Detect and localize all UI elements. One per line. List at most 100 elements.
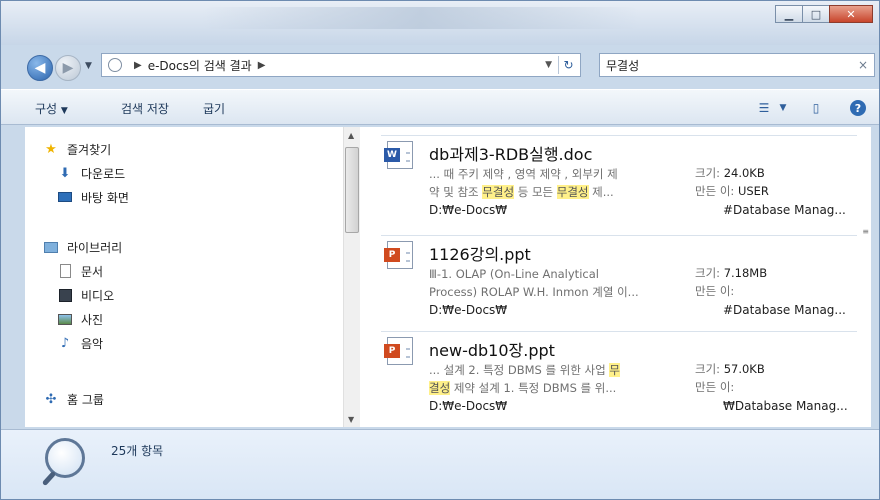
search-icon-handle xyxy=(41,470,57,487)
size-value: 24.0KB xyxy=(723,166,765,180)
address-bar[interactable]: ▶ e-Docs의 검색 결과 ▶ ▼ ↻ xyxy=(101,53,581,77)
search-result-item[interactable]: W db과제3-RDB실행.doc ... 때 주키 제약 , 영역 제약 , … xyxy=(381,139,857,233)
view-icon: ☰ xyxy=(758,101,770,115)
result-title[interactable]: new-db10장.ppt xyxy=(429,337,555,361)
result-snippet: ... 때 주키 제약 , 영역 제약 , 외부키 제 약 및 참조 무결성 등… xyxy=(429,165,685,201)
organize-menu[interactable]: 구성 ▼ xyxy=(35,100,68,117)
documents-icon xyxy=(57,263,73,279)
result-size: 크기: 24.0KB xyxy=(695,165,765,181)
back-arrow-icon: ◀ xyxy=(34,60,46,76)
clear-search-icon[interactable]: × xyxy=(858,58,868,72)
forward-arrow-icon: ▶ xyxy=(62,60,74,76)
maximize-button[interactable]: □ xyxy=(802,5,830,23)
nav-item-label: 바탕 화면 xyxy=(81,190,129,205)
search-result-item[interactable]: P 1126강의.ppt Ⅲ-1. OLAP (On-Line Analytic… xyxy=(381,239,857,333)
result-divider xyxy=(381,135,857,136)
nav-item-label: 다운로드 xyxy=(81,166,126,181)
window-controls: ▁ □ ✕ xyxy=(775,5,873,23)
recent-pages-dropdown[interactable]: ▼ xyxy=(85,61,92,71)
breadcrumb-search-results[interactable]: e-Docs의 검색 결과 xyxy=(148,57,252,74)
author-label: 만든 이: xyxy=(695,184,735,198)
search-highlight: 무 xyxy=(609,363,620,377)
back-button[interactable]: ◀ xyxy=(27,55,53,81)
size-label: 크기: xyxy=(695,266,721,280)
nav-item-documents[interactable]: 문서 xyxy=(57,261,103,281)
download-folder-icon: ⬇ xyxy=(59,165,71,181)
result-size: 크기: 57.0KB xyxy=(695,361,765,377)
result-folder: #Database Manag... xyxy=(723,303,846,317)
help-button[interactable]: ? xyxy=(847,97,869,119)
result-path: D:₩e-Docs₩ xyxy=(429,303,508,317)
videos-icon xyxy=(57,287,73,303)
result-snippet: Ⅲ-1. OLAP (On-Line Analytical Process) R… xyxy=(429,265,685,301)
size-value: 7.18MB xyxy=(723,266,768,280)
nav-libraries[interactable]: 라이브러리 xyxy=(43,237,122,257)
author-label: 만든 이: xyxy=(695,380,735,394)
nav-item-desktop[interactable]: 바탕 화면 xyxy=(57,187,129,207)
result-title[interactable]: 1126강의.ppt xyxy=(429,241,531,265)
word-document-icon: W xyxy=(384,141,413,169)
nav-favorites[interactable]: ★ 즐겨찾기 xyxy=(43,139,111,159)
result-path: D:₩e-Docs₩ xyxy=(429,399,508,413)
snippet-text: ... 설계 2. 특정 DBMS 를 위한 사업 xyxy=(429,363,610,377)
nav-item-label: 음악 xyxy=(81,336,104,351)
result-folder: #Database Manag... xyxy=(723,203,846,217)
nav-item-label: 사진 xyxy=(81,312,104,327)
nav-favorites-label: 즐겨찾기 xyxy=(67,142,112,157)
size-label: 크기: xyxy=(695,362,721,376)
scroll-down-icon[interactable]: ▼ xyxy=(348,415,354,424)
search-highlight: 결성 xyxy=(429,381,451,395)
result-author: 만든 이: USER xyxy=(695,183,769,199)
breadcrumb-arrow-icon[interactable]: ▶ xyxy=(258,60,266,71)
burn-button[interactable]: 굽기 xyxy=(203,100,225,117)
details-pane: 25개 항목 xyxy=(1,429,879,499)
change-view-button[interactable]: ☰ xyxy=(753,97,775,119)
snippet-text: Ⅲ-1. OLAP (On-Line Analytical xyxy=(429,267,599,281)
homegroup-icon: ✣ xyxy=(45,391,57,407)
author-label: 만든 이: xyxy=(695,284,735,298)
breadcrumb-arrow-icon[interactable]: ▶ xyxy=(134,60,142,71)
navigation-scrollbar[interactable]: ▲ ▼ xyxy=(343,127,360,427)
navigation-pane: ★ 즐겨찾기 ⬇ 다운로드 바탕 화면 라이브러리 문서 비디오 사진 ♪ 음악… xyxy=(25,127,365,427)
explorer-window: ▁ □ ✕ ◀ ▶ ▼ ▶ e-Docs의 검색 결과 ▶ ▼ ↻ 무결성 × … xyxy=(0,0,880,500)
nav-item-music[interactable]: ♪ 음악 xyxy=(57,333,103,353)
nav-homegroup-label: 홈 그룹 xyxy=(67,392,104,407)
result-path: D:₩e-Docs₩ xyxy=(429,203,508,217)
star-icon: ★ xyxy=(45,141,57,157)
close-button[interactable]: ✕ xyxy=(829,5,873,23)
forward-button[interactable]: ▶ xyxy=(55,55,81,81)
refresh-button[interactable]: ↻ xyxy=(558,56,578,74)
nav-item-videos[interactable]: 비디오 xyxy=(57,285,114,305)
nav-item-pictures[interactable]: 사진 xyxy=(57,309,103,329)
item-count: 25개 항목 xyxy=(111,444,164,458)
scrollbar-thumb[interactable] xyxy=(345,147,359,233)
help-icon: ? xyxy=(850,100,866,116)
result-author: 만든 이: xyxy=(695,283,734,299)
nav-homegroup[interactable]: ✣ 홈 그룹 xyxy=(43,389,104,409)
result-snippet: ... 설계 2. 특정 DBMS 를 위한 사업 무 결성 제약 설계 1. … xyxy=(429,361,685,397)
results-scrollbar-grip-icon[interactable]: ≡ xyxy=(862,227,869,236)
search-query[interactable]: 무결성 xyxy=(606,57,639,74)
result-folder: ₩Database Manag... xyxy=(723,399,848,413)
address-dropdown-icon[interactable]: ▼ xyxy=(545,60,552,70)
result-author: 만든 이: xyxy=(695,379,734,395)
organize-label: 구성 xyxy=(35,102,58,116)
size-label: 크기: xyxy=(695,166,721,180)
nav-item-label: 비디오 xyxy=(81,288,115,303)
search-input[interactable]: 무결성 × xyxy=(599,53,875,77)
result-title[interactable]: db과제3-RDB실행.doc xyxy=(429,141,592,165)
command-bar: 구성 ▼ 검색 저장 굽기 ☰ ▼ ▯ ? xyxy=(1,89,879,125)
view-dropdown-icon[interactable]: ▼ xyxy=(777,97,789,119)
nav-libraries-label: 라이브러리 xyxy=(67,240,123,255)
preview-pane-button[interactable]: ▯ xyxy=(805,97,827,119)
powerpoint-document-icon: P xyxy=(384,337,413,365)
scroll-up-icon[interactable]: ▲ xyxy=(348,131,354,140)
search-highlight: 무결성 xyxy=(556,185,589,199)
search-result-item[interactable]: P new-db10장.ppt ... 설계 2. 특정 DBMS 를 위한 사… xyxy=(381,335,857,427)
nav-item-downloads[interactable]: ⬇ 다운로드 xyxy=(57,163,126,183)
search-highlight: 무결성 xyxy=(482,185,515,199)
music-icon: ♪ xyxy=(60,335,70,351)
save-search-button[interactable]: 검색 저장 xyxy=(121,100,169,117)
minimize-button[interactable]: ▁ xyxy=(775,5,803,23)
snippet-text: 등 모든 xyxy=(514,185,557,199)
